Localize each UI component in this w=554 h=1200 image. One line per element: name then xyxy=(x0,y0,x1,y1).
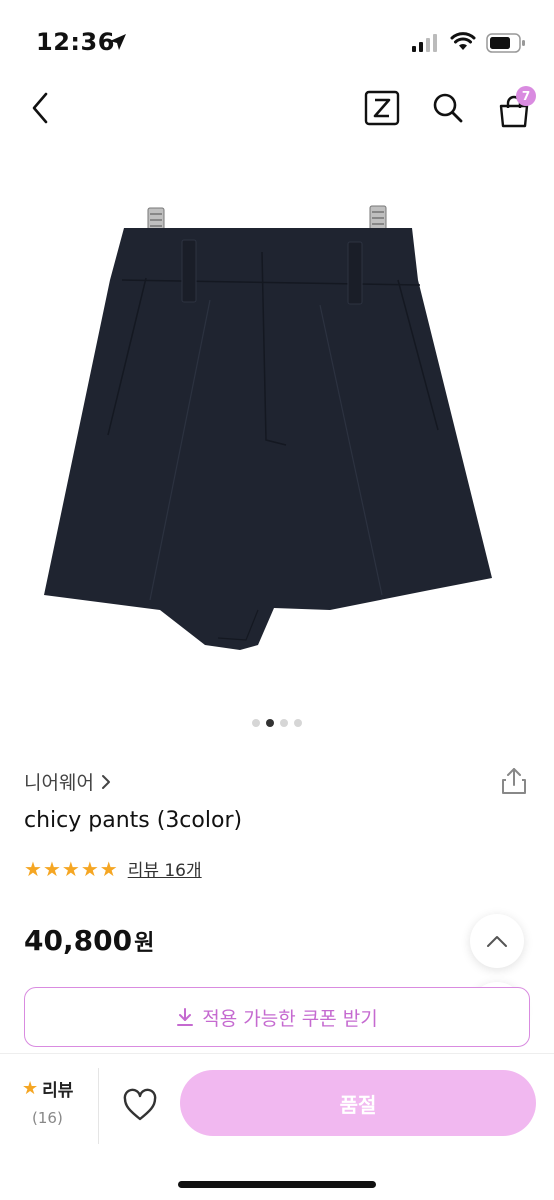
star-icon: ★ xyxy=(22,1077,39,1099)
review-summary-count: (16) xyxy=(32,1109,63,1127)
product-name: chicy pants (3color) xyxy=(24,808,243,833)
download-icon xyxy=(177,1008,194,1026)
location-arrow-icon xyxy=(110,34,126,50)
brand-name: 니어웨어 xyxy=(24,772,94,794)
coupon-download-button[interactable]: 적용 가능한 쿠폰 받기 xyxy=(24,987,530,1047)
signal-icon xyxy=(412,34,437,52)
zigzag-z-icon[interactable] xyxy=(364,90,400,126)
share-icon[interactable] xyxy=(500,766,528,796)
star-icon: ★ xyxy=(42,856,61,881)
bottom-action-bar: ★ 리뷰 (16) 품절 xyxy=(0,1053,554,1200)
pagination-dot[interactable] xyxy=(252,719,260,727)
home-indicator xyxy=(178,1181,376,1188)
star-icon: ★ xyxy=(99,856,118,881)
price-unit: 원 xyxy=(134,931,155,956)
divider xyxy=(98,1068,99,1144)
status-time: 12:36 xyxy=(36,28,115,56)
price-amount: 40,800 xyxy=(24,924,133,957)
search-icon[interactable] xyxy=(430,90,466,126)
cart-button[interactable]: 7 xyxy=(494,86,538,130)
back-arrow-icon[interactable] xyxy=(26,90,56,126)
pagination-dot-active[interactable] xyxy=(266,719,274,727)
star-icon: ★ xyxy=(80,856,99,881)
scroll-up-button[interactable] xyxy=(470,914,524,968)
star-icon: ★ xyxy=(61,856,80,881)
image-pagination[interactable] xyxy=(0,719,554,727)
top-nav: 7 xyxy=(0,80,554,136)
price: 40,800 원 xyxy=(24,924,154,957)
review-count-link[interactable]: 리뷰 16개 xyxy=(128,856,202,881)
product-image[interactable] xyxy=(0,140,554,710)
wifi-icon xyxy=(450,32,476,50)
rating-row: ★ ★ ★ ★ ★ 리뷰 16개 xyxy=(24,856,202,882)
coupon-label: 적용 가능한 쿠폰 받기 xyxy=(202,1007,378,1030)
review-summary[interactable]: ★ 리뷰 (16) xyxy=(22,1076,82,1128)
star-rating: ★ ★ ★ ★ ★ xyxy=(24,858,118,880)
pagination-dot[interactable] xyxy=(294,719,302,727)
star-icon: ★ xyxy=(24,856,42,881)
chevron-right-icon xyxy=(101,774,110,789)
heart-icon[interactable] xyxy=(122,1088,158,1122)
review-summary-label: 리뷰 xyxy=(42,1081,74,1101)
cart-count-badge: 7 xyxy=(516,86,536,106)
status-bar: 12:36 xyxy=(0,0,554,88)
soldout-button[interactable]: 품절 xyxy=(180,1070,536,1136)
soldout-label: 품절 xyxy=(339,1092,377,1117)
pagination-dot[interactable] xyxy=(280,719,288,727)
brand-link[interactable]: 니어웨어 xyxy=(24,768,112,795)
battery-icon xyxy=(486,33,525,53)
chevron-up-icon xyxy=(487,936,507,947)
